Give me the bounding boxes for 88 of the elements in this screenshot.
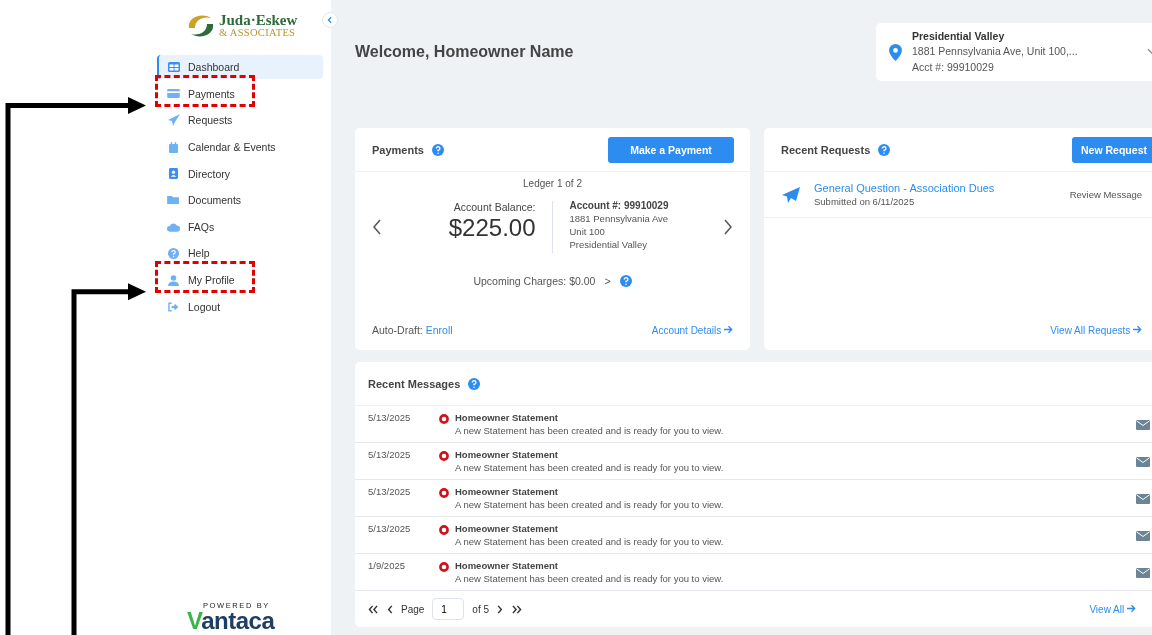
arrow-right-icon: [1133, 325, 1142, 334]
auto-draft-label: Auto-Draft:: [372, 324, 423, 336]
message-body: A new Statement has been created and is ready for you to view.: [455, 572, 725, 586]
user-icon: [168, 274, 179, 286]
ledger-label: Ledger 1 of 2: [522, 178, 583, 189]
message-body: A new Statement has been created and is ready for you to view.: [455, 535, 725, 549]
chevron-right-icon: [724, 219, 732, 235]
card-title: Payments: [372, 143, 424, 156]
sidebar-item[interactable]: Help: [157, 241, 323, 266]
balance-amount: $225.00: [448, 214, 536, 242]
sidebar-item[interactable]: Requests: [157, 108, 323, 133]
account-selector[interactable]: Presidential Valley 1881 Pennsylvania Ave, Unit 100,... Acct #: 99910029: [876, 23, 1152, 81]
sidebar-item[interactable]: Dashboard: [157, 55, 323, 80]
sidebar-item[interactable]: Documents: [157, 188, 323, 213]
account-address: 1881 Pennsylvania Ave, Unit 100,...: [912, 44, 1078, 60]
card-title: Recent Messages: [368, 377, 461, 390]
sidebar-item[interactable]: Logout: [157, 294, 323, 319]
page-label: Page: [401, 603, 425, 615]
credit-card-icon: [167, 89, 180, 99]
message-body: A new Statement has been created and is ready for you to view.: [455, 498, 725, 512]
first-page-button[interactable]: [368, 604, 379, 614]
location-pin-icon: [889, 43, 902, 61]
balance-label: Account Balance:: [453, 201, 536, 213]
page-count: of 5: [472, 603, 490, 615]
view-all-requests-link[interactable]: View All Requests: [1050, 325, 1142, 336]
message-title: Homeowner Statement: [455, 449, 559, 462]
help-icon[interactable]: [878, 143, 891, 156]
address-line: Presidential Valley: [569, 238, 648, 251]
message-title: Homeowner Statement: [455, 523, 559, 536]
brand-logo: Vantaca: [187, 609, 275, 633]
logo-subtitle: & ASSOCIATES: [219, 28, 297, 39]
sidebar-item[interactable]: Calendar & Events: [157, 135, 323, 160]
review-message-link[interactable]: Review Message: [1069, 189, 1142, 200]
help-icon[interactable]: [619, 275, 632, 287]
account-number: Account #: 99910029: [569, 199, 670, 212]
page-number-field[interactable]: 1: [432, 598, 465, 621]
chevron-left-icon: [326, 16, 334, 24]
arrow-right-icon: [1127, 603, 1136, 613]
help-icon[interactable]: [432, 143, 444, 156]
arrow-right-icon: [724, 324, 733, 334]
last-page-button[interactable]: [511, 604, 523, 614]
envelope-icon[interactable]: [1136, 420, 1150, 430]
envelope-icon[interactable]: [1136, 568, 1150, 579]
address-line: 1881 Pennsylvania Ave: [569, 212, 670, 225]
folder-icon: [167, 195, 180, 206]
contact-card-icon: [169, 168, 178, 180]
request-title-link[interactable]: General Question - Association Dues: [814, 182, 1056, 194]
upcoming-charges: Upcoming Charges: $0.00: [473, 275, 596, 287]
message-date: 1/9/2025: [368, 560, 406, 572]
upcoming-caret[interactable]: >: [602, 275, 613, 287]
card-title: Recent Requests: [781, 143, 871, 156]
page-title: Welcome, Homeowner Name: [355, 43, 574, 61]
sidebar-item[interactable]: Payments: [157, 81, 323, 106]
community-name: Presidential Valley: [912, 28, 1006, 44]
message-title: Homeowner Statement: [455, 560, 559, 573]
address-line: Unit 100: [569, 225, 606, 238]
message-date: 5/13/2025: [368, 486, 412, 498]
envelope-icon[interactable]: [1136, 457, 1150, 468]
message-title: Homeowner Statement: [455, 412, 559, 425]
help-icon[interactable]: [468, 377, 481, 390]
envelope-icon[interactable]: [1136, 494, 1150, 505]
question-icon: [168, 247, 179, 259]
request-date: Submitted on 6/11/2025: [814, 196, 916, 207]
view-all-link[interactable]: View All: [1089, 603, 1136, 615]
account-number: Acct #: 99910029: [912, 59, 995, 75]
message-body: A new Statement has been created and is ready for you to view.: [455, 461, 725, 475]
calendar-icon: [169, 141, 178, 153]
envelope-icon[interactable]: [1136, 531, 1150, 542]
message-date: 5/13/2025: [368, 449, 412, 461]
logo-name: Juda·Eskew: [219, 13, 298, 29]
account-details-link[interactable]: Account Details: [651, 324, 733, 336]
sidebar-item[interactable]: Directory: [157, 161, 323, 186]
paper-plane-icon: [782, 186, 800, 203]
enroll-link[interactable]: Enroll: [425, 324, 453, 336]
paper-plane-icon: [167, 114, 180, 127]
logout-icon: [167, 301, 180, 312]
sidebar-item[interactable]: My Profile: [157, 268, 323, 293]
message-date: 5/13/2025: [368, 412, 412, 423]
message-title: Homeowner Statement: [455, 486, 559, 499]
sidebar-item[interactable]: FAQs: [157, 214, 323, 239]
message-body: A new Statement has been created and is ready for you to view.: [455, 424, 725, 437]
chevron-left-icon: [373, 219, 381, 235]
previous-page-button[interactable]: [387, 604, 393, 614]
table-icon: [167, 62, 180, 73]
cloud-icon: [167, 221, 180, 232]
collapse-button[interactable]: [322, 12, 338, 28]
message-date: 5/13/2025: [368, 523, 412, 535]
next-page-button[interactable]: [497, 604, 504, 614]
